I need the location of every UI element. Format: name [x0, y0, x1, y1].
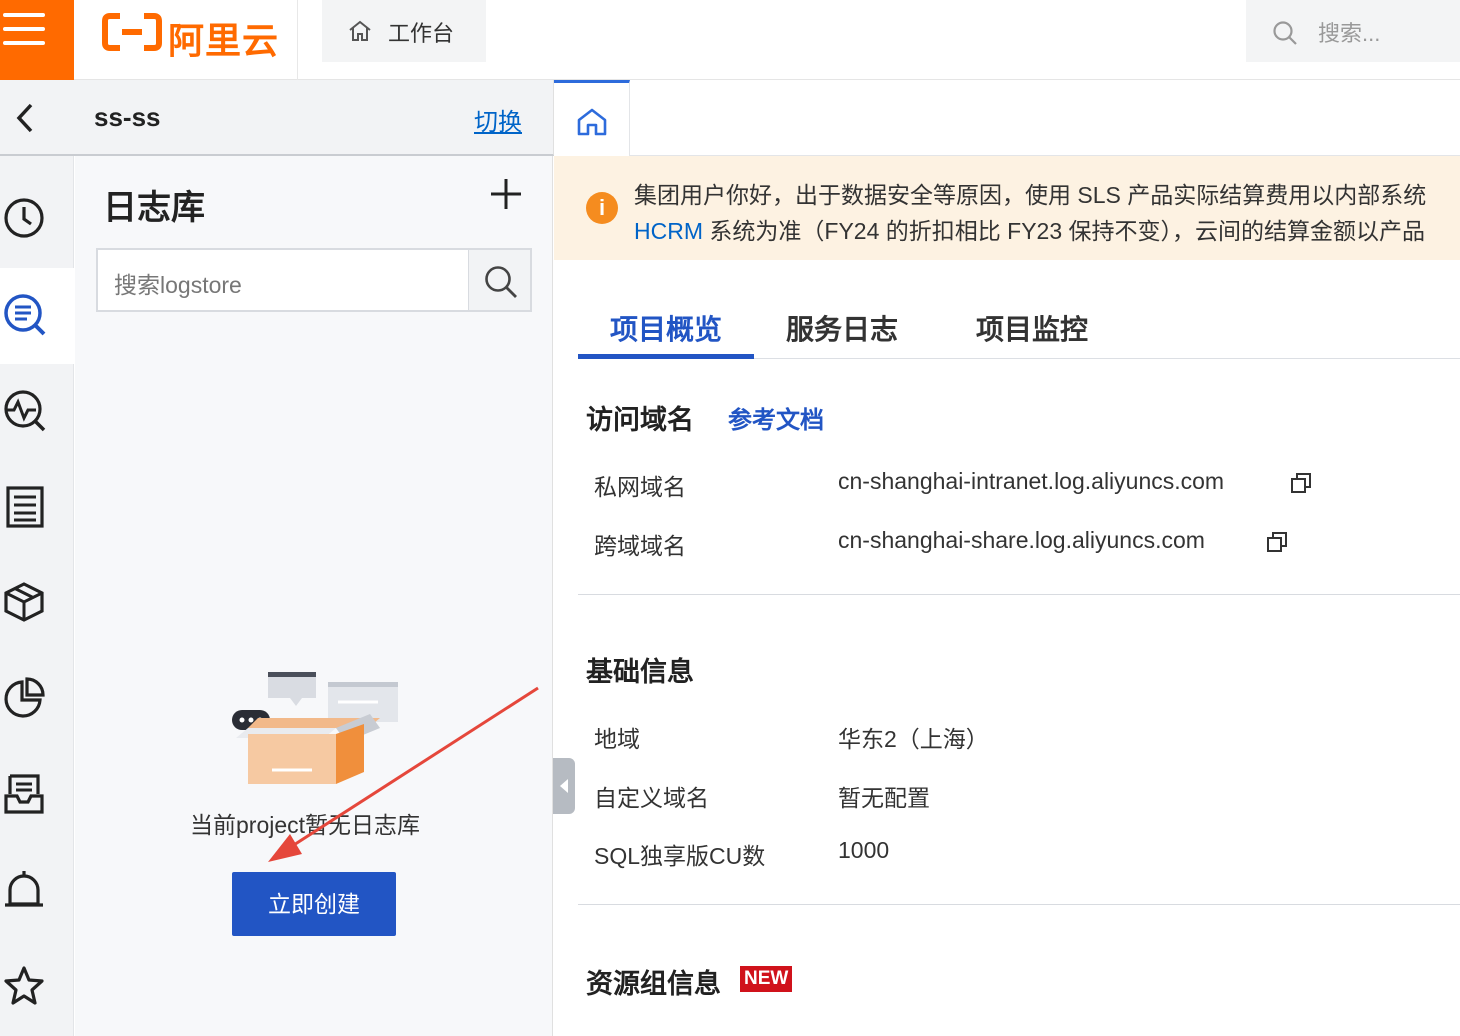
project-name: ss-ss: [94, 102, 161, 132]
copy-icon[interactable]: [1266, 531, 1288, 553]
create-logstore-button[interactable]: 立即创建: [232, 872, 396, 936]
logstore-search-placeholder: 搜索logstore: [114, 272, 242, 298]
basic-info-title: 基础信息: [586, 657, 694, 687]
bell-icon: [5, 871, 43, 907]
log-search-icon: [4, 294, 46, 336]
resource-group-title: 资源组信息: [586, 969, 721, 999]
hamburger-menu-button[interactable]: [0, 0, 74, 80]
sidebar-item-reports[interactable]: [0, 460, 74, 556]
active-tab-indicator: [578, 354, 754, 359]
global-search-placeholder: 搜索...: [1318, 21, 1381, 46]
home-icon: [577, 108, 607, 136]
star-icon: [4, 966, 44, 1005]
search-icon: [485, 266, 517, 298]
tab-project-monitoring[interactable]: 项目监控: [976, 308, 1088, 348]
logo-text: 阿里云: [168, 20, 280, 61]
sidebar-item-recent[interactable]: [0, 172, 74, 268]
section-divider: [578, 594, 1460, 595]
sidebar-icon-rail: [0, 156, 74, 1036]
copy-icon[interactable]: [1290, 472, 1312, 494]
notice-text-line2: HCRM 系统为准（FY24 的折扣相比 FY23 保持不变），云间的结算金额以…: [634, 212, 1425, 246]
project-header: [0, 80, 554, 156]
private-domain-label: 私网域名: [594, 474, 686, 500]
workbench-label: 工作台: [388, 21, 455, 46]
home-icon: [349, 20, 371, 41]
sidebar-item-logstore[interactable]: [0, 268, 74, 364]
sidebar-item-data-import[interactable]: [0, 556, 74, 652]
report-icon: [6, 486, 44, 528]
page-tab-bar: [554, 80, 1460, 156]
aliyun-logo-icon: [102, 13, 162, 51]
sidebar-item-favorites[interactable]: [0, 940, 74, 1036]
sql-cu-label: SQL独享版CU数: [594, 843, 766, 869]
sidebar-item-monitor[interactable]: [0, 364, 74, 460]
add-logstore-icon[interactable]: [488, 176, 524, 212]
region-value: 华东2（上海）: [838, 726, 989, 752]
cube-icon: [4, 582, 44, 622]
new-badge: NEW: [740, 966, 793, 992]
collapse-panel-handle[interactable]: [553, 758, 575, 814]
search-icon: [1273, 21, 1297, 45]
menu-icon-line: [3, 27, 45, 31]
switch-project-link[interactable]: 切换: [474, 102, 522, 137]
pie-chart-icon: [4, 677, 45, 718]
access-domain-title: 访问域名: [586, 405, 694, 435]
cross-domain-value: cn-shanghai-share.log.aliyuncs.com: [838, 527, 1205, 553]
private-domain-value: cn-shanghai-intranet.log.aliyuncs.com: [838, 468, 1225, 494]
tab-project-overview[interactable]: 项目概览: [610, 308, 722, 348]
info-icon: i: [586, 192, 618, 224]
logstore-search-button[interactable]: [469, 248, 532, 312]
notice-text-line2-rest: 系统为准（FY24 的折扣相比 FY23 保持不变），云间的结算金额以产品: [703, 218, 1426, 244]
clock-icon: [4, 198, 44, 238]
cross-domain-label: 跨域域名: [594, 533, 686, 559]
menu-icon-line: [3, 41, 45, 45]
home-tab[interactable]: [554, 80, 630, 156]
logstore-title: 日志库: [103, 189, 205, 227]
hcrm-link[interactable]: HCRM: [634, 218, 703, 244]
region-label: 地域: [594, 726, 640, 752]
sidebar-item-dashboard[interactable]: [0, 652, 74, 748]
notice-text-line1: 集团用户你好，出于数据安全等原因，使用 SLS 产品实际结算费用以内部系统: [634, 182, 1427, 208]
sidebar-item-jobs[interactable]: [0, 748, 74, 844]
sql-cu-value: 1000: [838, 837, 890, 863]
custom-domain-label: 自定义域名: [594, 785, 709, 811]
back-arrow-icon[interactable]: [14, 102, 36, 134]
custom-domain-value: 暂无配置: [838, 785, 930, 811]
inbox-icon: [4, 774, 44, 814]
chevron-left-icon: [560, 779, 568, 793]
menu-icon-line: [3, 13, 45, 17]
section-divider: [578, 904, 1460, 905]
tab-service-logs[interactable]: 服务日志: [786, 308, 898, 348]
reference-docs-link[interactable]: 参考文档: [728, 400, 824, 435]
sidebar-item-alerts[interactable]: [0, 844, 74, 940]
monitor-search-icon: [4, 390, 46, 432]
annotation-arrow: [268, 686, 539, 862]
